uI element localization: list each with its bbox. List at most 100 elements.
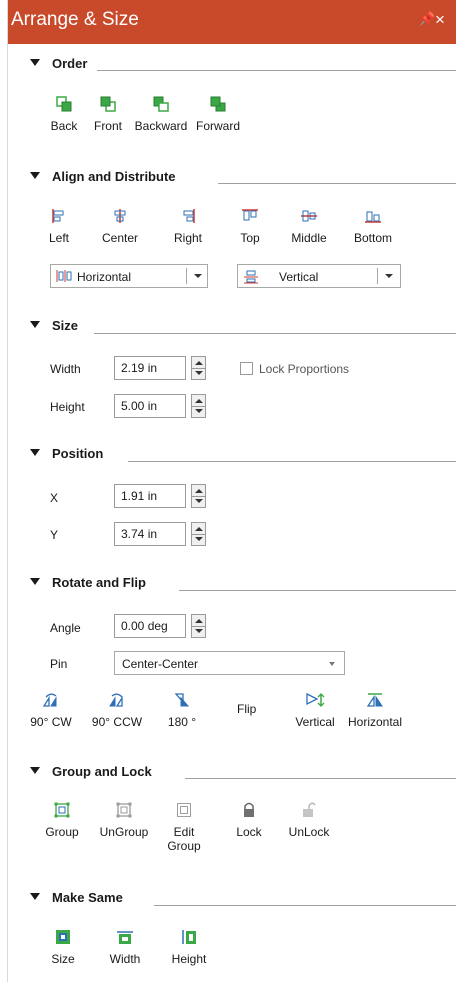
edit-group-button[interactable]: Edit Group — [164, 802, 204, 853]
button-label: Top — [240, 231, 260, 245]
arrange-size-panel: Arrange & Size 📌 × Order Back Front Back… — [7, 0, 456, 982]
button-label: Height — [171, 952, 207, 966]
collapse-triangle-icon[interactable] — [30, 172, 40, 179]
chevron-down-icon[interactable] — [385, 274, 393, 278]
make-same-width-button[interactable]: Width — [104, 929, 146, 966]
distribute-horizontal-dropdown[interactable]: Horizontal — [50, 264, 208, 288]
ungroup-icon — [116, 802, 132, 818]
lock-proportions-checkbox[interactable] — [240, 362, 253, 375]
section-title: Order — [52, 56, 88, 71]
height-input[interactable]: 5.00 in — [114, 394, 186, 418]
spin-down-icon[interactable] — [195, 629, 203, 633]
spin-up-icon[interactable] — [195, 399, 203, 403]
width-spin-buttons[interactable] — [191, 356, 206, 380]
section-title: Size — [52, 318, 79, 333]
unlock-button[interactable]: UnLock — [286, 802, 332, 839]
distribute-vertical-icon — [244, 270, 258, 284]
x-spin-buttons[interactable] — [191, 484, 206, 508]
bring-forward-button[interactable]: Forward — [190, 96, 246, 133]
collapse-triangle-icon[interactable] — [30, 893, 40, 900]
angle-label: Angle — [50, 621, 81, 635]
align-right-button[interactable]: Right — [170, 208, 206, 245]
collapse-triangle-icon[interactable] — [30, 59, 40, 66]
section-order-header[interactable]: Order — [30, 56, 87, 72]
ungroup-button[interactable]: UnGroup — [96, 802, 152, 839]
chevron-down-icon[interactable] — [329, 662, 335, 666]
section-title: Position — [52, 446, 104, 461]
chevron-down-icon[interactable] — [194, 274, 202, 278]
align-top-button[interactable]: Top — [235, 208, 265, 245]
spin-up-icon[interactable] — [195, 619, 203, 623]
send-backward-button[interactable]: Backward — [133, 96, 189, 133]
rotate-ccw-icon — [109, 693, 123, 707]
same-height-icon — [182, 930, 196, 944]
section-group-header[interactable]: Group and Lock — [30, 764, 152, 780]
height-label: Height — [50, 400, 85, 414]
x-input[interactable]: 1.91 in — [114, 484, 186, 508]
group-button[interactable]: Group — [42, 802, 82, 839]
pin-dropdown[interactable]: Center-Center — [114, 651, 345, 675]
y-input[interactable]: 3.74 in — [114, 522, 186, 546]
align-left-icon — [52, 209, 64, 223]
collapse-triangle-icon[interactable] — [30, 449, 40, 456]
align-center-button[interactable]: Center — [98, 208, 142, 245]
collapse-triangle-icon[interactable] — [30, 578, 40, 585]
collapse-triangle-icon[interactable] — [30, 321, 40, 328]
button-label: Left — [48, 231, 69, 245]
pin-icon[interactable]: 📌 — [419, 11, 435, 27]
spin-up-icon[interactable] — [195, 361, 203, 365]
make-same-size-button[interactable]: Size — [48, 929, 78, 966]
y-spin-buttons[interactable] — [191, 522, 206, 546]
width-label: Width — [50, 362, 81, 376]
divider — [192, 534, 205, 535]
group-icon — [54, 802, 70, 818]
button-label: 180 ° — [167, 715, 197, 729]
lock-icon — [244, 802, 254, 817]
bring-to-front-button[interactable]: Front — [88, 96, 128, 133]
distribute-vertical-dropdown[interactable]: Vertical — [237, 264, 401, 288]
spin-down-icon[interactable] — [195, 537, 203, 541]
divider — [218, 183, 456, 184]
button-label: Vertical — [295, 715, 335, 729]
button-label: UnGroup — [99, 825, 149, 839]
rotate-90-ccw-button[interactable]: 90° CCW — [90, 692, 144, 729]
height-spin-buttons[interactable] — [191, 394, 206, 418]
button-label: Forward — [195, 119, 240, 133]
y-label: Y — [50, 528, 59, 542]
width-input[interactable]: 2.19 in — [114, 356, 186, 380]
angle-input[interactable]: 0.00 deg — [114, 614, 186, 638]
section-position-header[interactable]: Position — [30, 446, 103, 462]
lock-proportions-label[interactable]: Lock Proportions — [259, 362, 349, 376]
section-make-same-header[interactable]: Make Same — [30, 890, 123, 906]
spin-up-icon[interactable] — [195, 527, 203, 531]
spin-down-icon[interactable] — [195, 409, 203, 413]
align-middle-button[interactable]: Middle — [287, 208, 331, 245]
close-icon[interactable]: × — [435, 10, 445, 30]
send-to-back-button[interactable]: Back — [46, 96, 82, 133]
align-left-button[interactable]: Left — [44, 208, 74, 245]
divider — [97, 70, 456, 71]
divider — [179, 590, 456, 591]
section-align-header[interactable]: Align and Distribute — [30, 169, 176, 185]
collapse-triangle-icon[interactable] — [30, 767, 40, 774]
button-label: Backward — [134, 119, 188, 133]
spin-down-icon[interactable] — [195, 371, 203, 375]
make-same-height-button[interactable]: Height — [166, 929, 212, 966]
section-rotate-header[interactable]: Rotate and Flip — [30, 575, 146, 591]
angle-spin-buttons[interactable] — [191, 614, 206, 638]
button-label: Middle — [291, 231, 327, 245]
button-label: Bottom — [353, 231, 392, 245]
flip-horizontal-button[interactable]: Horizontal — [344, 692, 406, 729]
rotate-90-cw-button[interactable]: 90° CW — [26, 692, 76, 729]
spin-up-icon[interactable] — [195, 489, 203, 493]
flip-vertical-button[interactable]: Vertical — [290, 692, 340, 729]
button-label: Horizontal — [347, 715, 403, 729]
align-bottom-icon — [365, 211, 381, 223]
spin-down-icon[interactable] — [195, 499, 203, 503]
divider — [154, 905, 456, 906]
lock-button[interactable]: Lock — [232, 802, 266, 839]
section-size-header[interactable]: Size — [30, 318, 78, 334]
rotate-180-button[interactable]: 180 ° — [162, 692, 202, 729]
dropdown-value: Vertical — [279, 270, 319, 284]
align-bottom-button[interactable]: Bottom — [349, 208, 397, 245]
